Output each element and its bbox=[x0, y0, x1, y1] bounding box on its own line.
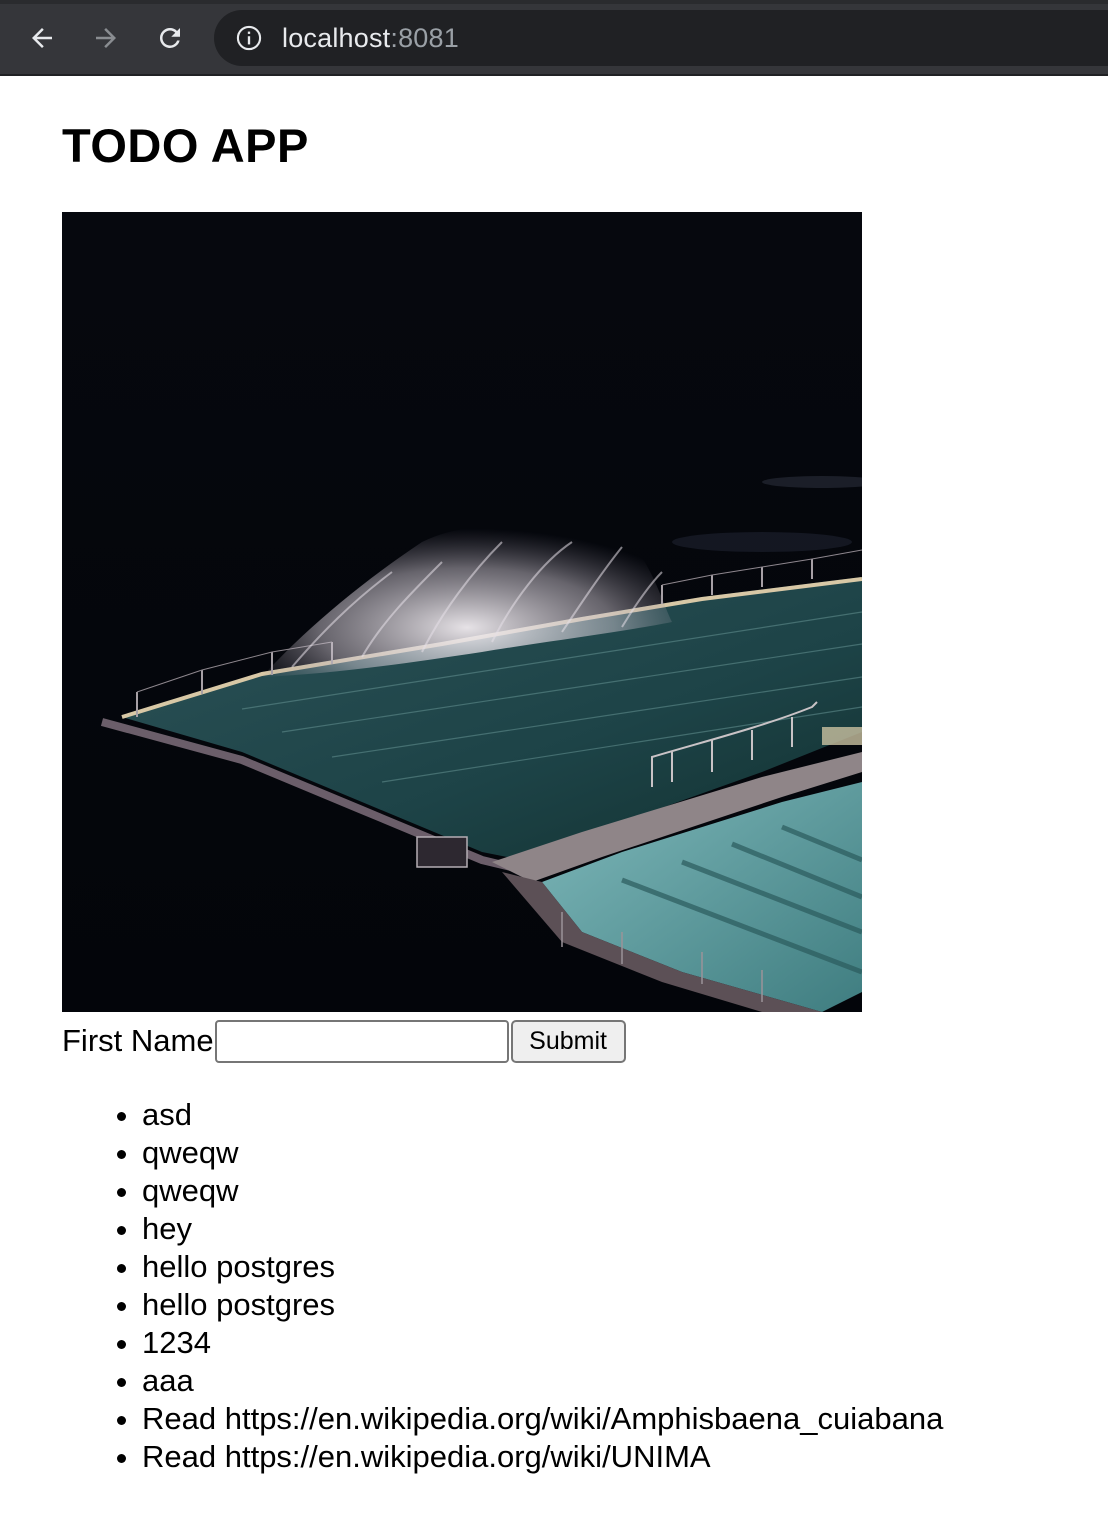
browser-toolbar: localhost:8081 bbox=[0, 0, 1108, 76]
reload-button[interactable] bbox=[150, 18, 190, 58]
pool-photo-image bbox=[62, 212, 862, 1012]
arrow-left-icon bbox=[32, 28, 52, 48]
page-title: TODO APP bbox=[62, 119, 309, 172]
back-button[interactable] bbox=[22, 18, 62, 58]
info-icon[interactable] bbox=[234, 23, 264, 53]
list-item: qweqw bbox=[142, 1172, 943, 1210]
list-item: 1234 bbox=[142, 1324, 943, 1362]
tab-strip-edge bbox=[0, 0, 1108, 4]
hero-image bbox=[62, 212, 862, 1012]
reload-icon bbox=[159, 27, 180, 48]
list-item: Read https://en.wikipedia.org/wiki/UNIMA bbox=[142, 1438, 943, 1476]
todo-list: asd qweqw qweqw hey hello postgres hello… bbox=[62, 1096, 943, 1476]
arrow-right-icon bbox=[96, 28, 116, 48]
list-item: asd bbox=[142, 1096, 943, 1134]
list-item: hello postgres bbox=[142, 1248, 943, 1286]
todo-form: First Name Submit bbox=[62, 1018, 626, 1064]
forward-button[interactable] bbox=[86, 18, 126, 58]
list-item: Read https://en.wikipedia.org/wiki/Amphi… bbox=[142, 1400, 943, 1438]
address-bar[interactable]: localhost:8081 bbox=[214, 10, 1108, 66]
url-text: localhost:8081 bbox=[282, 23, 459, 54]
list-item: hello postgres bbox=[142, 1286, 943, 1324]
url-port: :8081 bbox=[390, 22, 459, 53]
list-item: qweqw bbox=[142, 1134, 943, 1172]
first-name-label: First Name bbox=[62, 1023, 214, 1058]
first-name-input[interactable] bbox=[214, 1019, 509, 1063]
list-item: hey bbox=[142, 1210, 943, 1248]
submit-button[interactable]: Submit bbox=[510, 1019, 626, 1063]
list-item: aaa bbox=[142, 1362, 943, 1400]
url-host: localhost bbox=[282, 22, 391, 53]
